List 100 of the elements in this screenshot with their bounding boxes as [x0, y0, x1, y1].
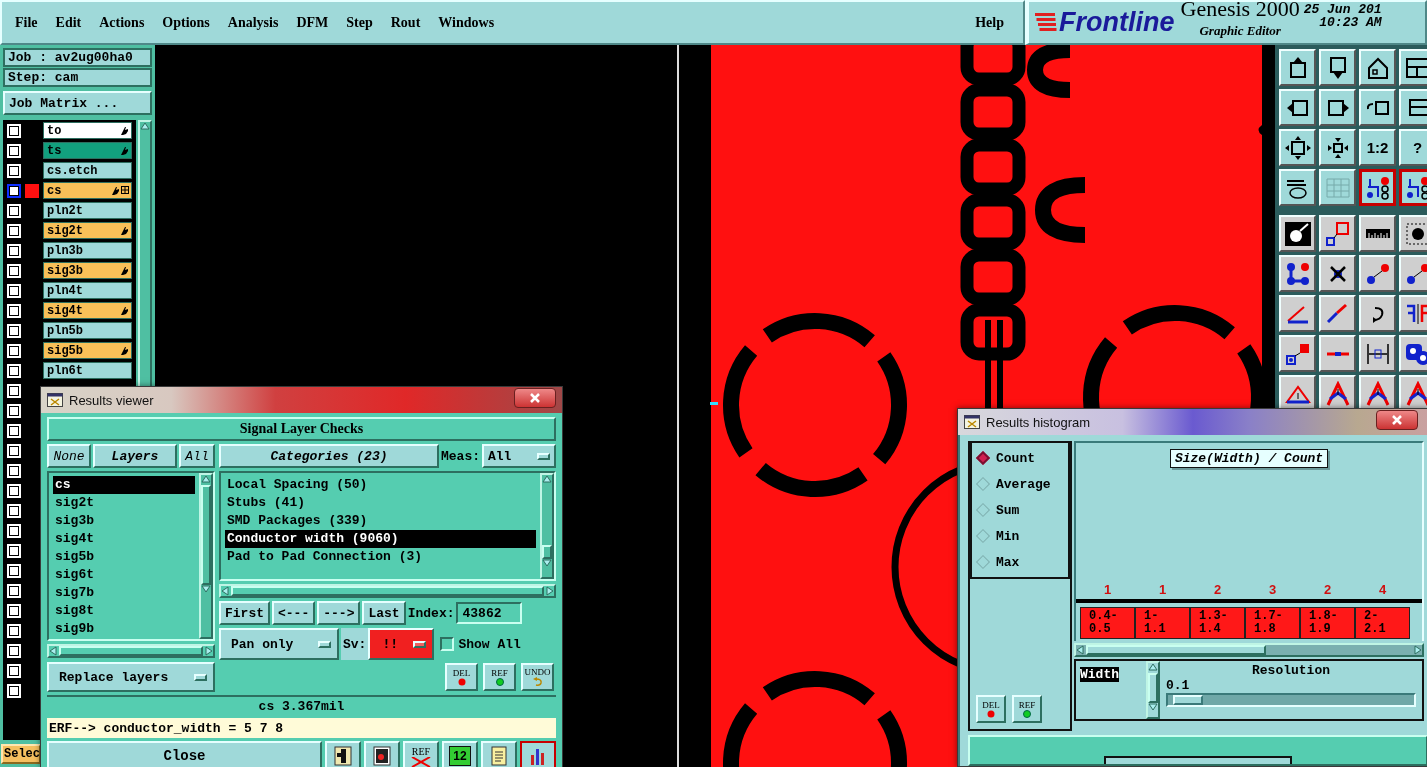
layer-name[interactable]: sig2t — [43, 222, 132, 239]
layer-list-item[interactable]: sig9b — [53, 620, 195, 638]
histogram-bin[interactable]: 2-2.1 — [1355, 607, 1410, 639]
navigation-button[interactable]: First — [219, 601, 270, 625]
layer-list-item[interactable]: sig3b — [53, 512, 195, 530]
layer-name[interactable]: sig5b — [43, 342, 132, 359]
histogram-bin[interactable]: 0.4-0.5 — [1080, 607, 1135, 639]
all-button[interactable]: All — [179, 444, 215, 468]
toolbar-button[interactable]: 1:2 — [1359, 129, 1396, 166]
severity-dropdown[interactable]: !! — [368, 628, 435, 660]
category-list-item[interactable]: Conductor width (9060) — [225, 530, 536, 548]
resolution-slider[interactable] — [1166, 693, 1416, 707]
show-all-checkbox[interactable]: Show All — [440, 636, 521, 652]
action-button[interactable]: DEL — [445, 663, 478, 691]
layer-list-item[interactable]: sig2t — [53, 494, 195, 512]
navigation-button[interactable]: ---> — [317, 601, 361, 625]
layer-list-item[interactable]: sig5b — [53, 548, 195, 566]
layer-name[interactable]: ts — [43, 142, 132, 159]
horizontal-scrollbar[interactable] — [1074, 643, 1424, 657]
layer-name[interactable]: sig4t — [43, 302, 132, 319]
toolbar-button[interactable] — [1359, 169, 1396, 206]
layer-name[interactable]: cs — [43, 182, 132, 199]
menu-item[interactable]: DFM — [287, 14, 338, 31]
layer-name[interactable]: pln5b — [43, 322, 132, 339]
resolution-value: 0.1 — [1166, 678, 1191, 693]
scrollbar-thumb[interactable] — [1148, 673, 1158, 703]
navigation-button[interactable]: Last — [362, 601, 406, 625]
close-button[interactable] — [1376, 410, 1418, 430]
mode-radio[interactable]: Sum — [976, 501, 1064, 519]
vertical-scrollbar[interactable] — [1146, 661, 1160, 719]
scroll-right-arrow-icon — [205, 646, 213, 656]
meas-dropdown[interactable]: All — [482, 444, 556, 468]
menu-item[interactable]: Analysis — [218, 14, 288, 31]
navigation-button[interactable]: <--- — [272, 601, 316, 625]
action-button[interactable]: DEL — [976, 695, 1006, 723]
c-shaped-trace — [1027, 45, 1071, 98]
categories-button[interactable]: Categories (23) — [219, 444, 439, 468]
layer-list-item[interactable]: cs — [53, 476, 195, 494]
vertical-scrollbar[interactable] — [540, 473, 554, 579]
histogram-bin[interactable]: 1.7-1.8 — [1245, 607, 1300, 639]
menu-item[interactable]: Windows — [429, 14, 504, 31]
scrollbar-thumb[interactable] — [231, 586, 544, 596]
field-list-item[interactable]: Width — [1080, 667, 1119, 682]
slider-thumb[interactable] — [1172, 695, 1203, 705]
menu-item[interactable]: Options — [153, 14, 219, 31]
menu-item[interactable]: Actions — [90, 14, 154, 31]
close-button[interactable] — [514, 388, 556, 408]
layer-label: sig4t — [47, 303, 83, 318]
menu-item[interactable]: Step — [337, 14, 382, 31]
vertical-scrollbar[interactable] — [199, 473, 213, 639]
layer-list-item[interactable]: sig8t — [53, 602, 195, 620]
layer-name[interactable]: pln2t — [43, 202, 132, 219]
action-button[interactable]: REF — [1012, 695, 1042, 723]
horizontal-scrollbar[interactable] — [47, 644, 215, 658]
layer-name[interactable]: cs.etch — [43, 162, 132, 179]
help-menu-item[interactable]: Help — [966, 14, 1013, 31]
pan-mode-dropdown[interactable]: Pan only — [219, 628, 339, 660]
scrollbar-thumb[interactable] — [201, 485, 211, 585]
toolbar-button[interactable] — [1399, 169, 1427, 206]
layer-list-item[interactable]: sig7b — [53, 584, 195, 602]
scrollbar-thumb[interactable] — [1086, 645, 1266, 655]
mode-radio[interactable]: Average — [976, 475, 1064, 493]
tool-button[interactable]: 12 — [442, 741, 478, 767]
action-button[interactable]: REF — [483, 663, 516, 691]
category-list-item[interactable]: SMD Packages (339) — [225, 512, 536, 530]
toolbar-button[interactable]: ? — [1399, 129, 1427, 166]
select-button[interactable]: Selec — [1, 744, 41, 764]
layer-name[interactable]: to — [43, 122, 132, 139]
scrollbar-thumb[interactable] — [59, 646, 203, 656]
layer-list-item[interactable]: sig6t — [53, 566, 195, 584]
action-button[interactable]: UNDO — [521, 663, 554, 691]
none-button[interactable]: None — [47, 444, 91, 468]
mode-radio[interactable]: Max — [976, 553, 1064, 571]
layers-button[interactable]: Layers — [93, 444, 177, 468]
layer-name[interactable]: pln6t — [43, 362, 132, 379]
tool-button[interactable]: REF — [403, 741, 439, 767]
mode-radio[interactable]: Count — [976, 449, 1064, 467]
job-matrix-button[interactable]: Job Matrix ... — [3, 91, 152, 115]
menu-item[interactable]: Edit — [46, 14, 91, 31]
layer-list-item[interactable]: sig4t — [53, 530, 195, 548]
horizontal-scrollbar[interactable] — [219, 584, 556, 598]
histogram-bin[interactable]: 1.8-1.9 — [1300, 607, 1355, 639]
layer-name[interactable]: pln4t — [43, 282, 132, 299]
mode-radio[interactable]: Min — [976, 527, 1064, 545]
replace-layers-dropdown[interactable]: Replace layers — [47, 662, 215, 692]
index-field[interactable]: 43862 — [456, 602, 523, 624]
window-title: Results viewer — [69, 392, 154, 408]
layer-name[interactable]: sig3b — [43, 262, 132, 279]
histogram-bin[interactable]: 1-1.1 — [1135, 607, 1190, 639]
small-grid-icon — [121, 185, 129, 194]
scroll-left-arrow-icon — [49, 646, 57, 656]
menu-item[interactable]: File — [6, 14, 47, 31]
menu-item[interactable]: Rout — [381, 14, 430, 31]
layer-checkbox[interactable] — [7, 183, 21, 198]
histogram-bin[interactable]: 1.3-1.4 — [1190, 607, 1245, 639]
category-list-item[interactable]: Stubs (41) — [225, 494, 536, 512]
category-list-item[interactable]: Pad to Pad Connection (3) — [225, 548, 536, 566]
category-list-item[interactable]: Local Spacing (50) — [225, 476, 536, 494]
layer-name[interactable]: pln3b — [43, 242, 132, 259]
close-button[interactable]: Close — [47, 741, 322, 767]
